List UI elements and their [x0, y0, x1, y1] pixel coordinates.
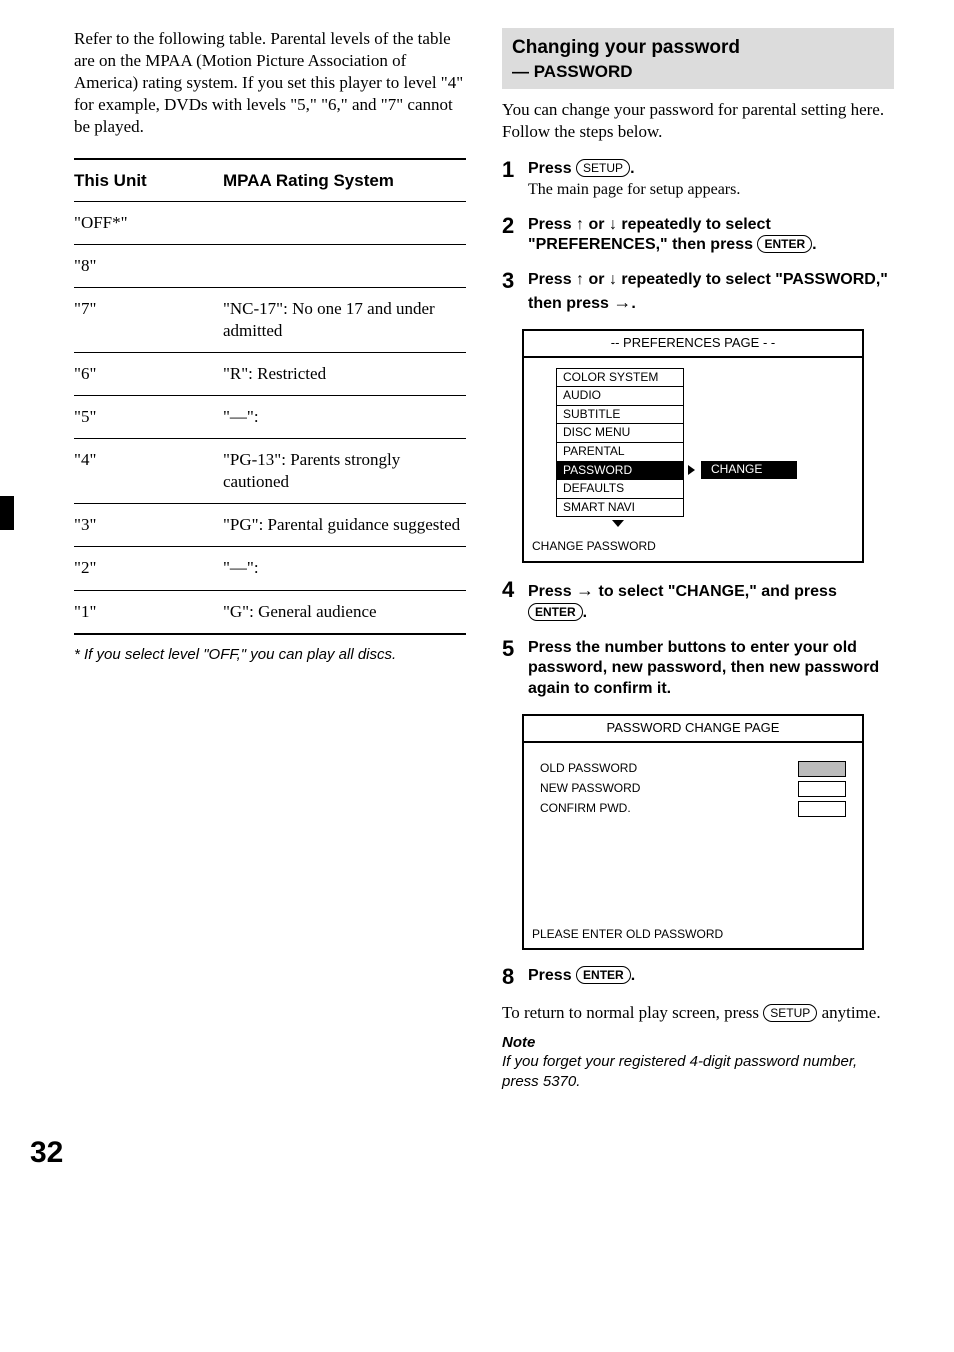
step-4: 4 Press to select "CHANGE," and press EN… — [502, 579, 894, 624]
enter-key-icon: ENTER — [576, 966, 631, 984]
table-row: "6""R": Restricted — [74, 352, 466, 395]
osd-title: PASSWORD CHANGE PAGE — [524, 716, 862, 743]
step-text: Press — [528, 967, 576, 984]
step-text: or — [584, 216, 609, 233]
osd-menu-item: SUBTITLE — [556, 405, 684, 425]
down-arrow-icon — [609, 216, 617, 233]
step-text: Press — [528, 160, 576, 177]
section-header: Changing your password — PASSWORD — [502, 28, 894, 89]
down-triangle-icon — [612, 520, 624, 527]
right-arrow-icon — [576, 583, 594, 600]
step-text: Press — [528, 271, 576, 288]
step-5: 5 Press the number buttons to enter your… — [502, 638, 894, 700]
steps-list-cont2: 8 Press ENTER. — [502, 966, 894, 988]
steps-list-cont: 4 Press to select "CHANGE," and press EN… — [502, 579, 894, 700]
step-1: 1 Press SETUP. The main page for setup a… — [502, 159, 894, 201]
down-arrow-icon — [609, 271, 617, 288]
step-text: Press — [528, 583, 576, 600]
osd-menu-item-selected: PASSWORD — [556, 461, 684, 481]
up-arrow-icon — [576, 271, 584, 288]
intro-paragraph: Refer to the following table. Parental l… — [74, 28, 466, 138]
step-text: Press the number buttons to enter your o… — [528, 638, 894, 700]
up-arrow-icon — [576, 216, 584, 233]
table-header-mpaa: MPAA Rating System — [223, 159, 466, 201]
step-text: . — [583, 604, 587, 621]
table-row: "3""PG": Parental guidance suggested — [74, 504, 466, 547]
step-number: 2 — [502, 215, 528, 257]
note-body: If you forget your registered 4-digit pa… — [502, 1052, 894, 1093]
password-row: OLD PASSWORD — [540, 761, 846, 777]
table-row: "4""PG-13": Parents strongly cautioned — [74, 439, 466, 504]
step-text: . — [630, 160, 634, 177]
password-row: NEW PASSWORD — [540, 781, 846, 797]
table-row: "8" — [74, 244, 466, 287]
old-password-label: OLD PASSWORD — [540, 761, 637, 777]
section-intro: You can change your password for parenta… — [502, 99, 894, 143]
setup-key-icon: SETUP — [763, 1004, 817, 1022]
step-number: 8 — [502, 966, 528, 988]
enter-key-icon: ENTER — [757, 235, 812, 253]
table-row: "7""NC-17": No one 17 and under admitted — [74, 287, 466, 352]
step-8: 8 Press ENTER. — [502, 966, 894, 988]
table-header-unit: This Unit — [74, 159, 223, 201]
step-number: 4 — [502, 579, 528, 624]
step-2: 2 Press or repeatedly to select "PREFERE… — [502, 215, 894, 257]
new-password-label: NEW PASSWORD — [540, 781, 640, 797]
osd-menu-item: COLOR SYSTEM — [556, 368, 684, 388]
step-text: . — [812, 236, 816, 253]
step-text: . — [631, 295, 635, 312]
page-columns: Refer to the following table. Parental l… — [74, 28, 894, 1093]
step-text: . — [631, 967, 635, 984]
right-triangle-icon — [688, 465, 695, 475]
step-number: 3 — [502, 270, 528, 315]
right-arrow-icon — [613, 295, 631, 312]
password-change-osd: PASSWORD CHANGE PAGE OLD PASSWORD NEW PA… — [522, 714, 864, 950]
confirm-password-field — [798, 801, 846, 817]
section-title-2: — PASSWORD — [512, 62, 633, 81]
section-title-1: Changing your password — [512, 36, 884, 61]
preferences-osd: -- PREFERENCES PAGE - - COLOR SYSTEM AUD… — [522, 329, 864, 563]
table-row: "1""G": General audience — [74, 590, 466, 634]
step-text: or — [584, 271, 609, 288]
osd-menu-item: SMART NAVI — [556, 498, 684, 518]
right-column: Changing your password — PASSWORD You ca… — [502, 28, 894, 1093]
old-password-field — [798, 761, 846, 777]
steps-list: 1 Press SETUP. The main page for setup a… — [502, 159, 894, 315]
osd-footer: CHANGE PASSWORD — [524, 535, 862, 561]
osd-title: -- PREFERENCES PAGE - - — [524, 331, 862, 358]
table-row: "5""—": — [74, 396, 466, 439]
step-subtext: The main page for setup appears. — [528, 180, 894, 201]
table-row: "OFF*" — [74, 201, 466, 244]
table-row: "2""—": — [74, 547, 466, 590]
enter-key-icon: ENTER — [528, 603, 583, 621]
table-footnote: * If you select level "OFF," you can pla… — [74, 645, 466, 665]
step-text: Press — [528, 216, 576, 233]
step-text: to select "CHANGE," and press — [594, 583, 837, 600]
step-number: 1 — [502, 159, 528, 201]
side-tab — [0, 496, 14, 530]
setup-key-icon: SETUP — [576, 159, 630, 177]
osd-menu-item: DEFAULTS — [556, 479, 684, 499]
osd-menu-item: DISC MENU — [556, 423, 684, 443]
new-password-field — [798, 781, 846, 797]
step-number: 5 — [502, 638, 528, 700]
osd-menu-item: AUDIO — [556, 386, 684, 406]
note-label: Note — [502, 1033, 894, 1053]
left-column: Refer to the following table. Parental l… — [74, 28, 466, 1093]
osd-change-option: CHANGE — [701, 461, 797, 479]
step-3: 3 Press or repeatedly to select "PASSWOR… — [502, 270, 894, 315]
password-row: CONFIRM PWD. — [540, 801, 846, 817]
rating-table: This Unit MPAA Rating System "OFF*" "8" … — [74, 158, 466, 634]
confirm-password-label: CONFIRM PWD. — [540, 801, 631, 817]
osd-footer: PLEASE ENTER OLD PASSWORD — [524, 923, 862, 949]
osd-menu-item: PARENTAL — [556, 442, 684, 462]
page-number: 32 — [30, 1133, 894, 1172]
return-text: To return to normal play screen, press S… — [502, 1002, 894, 1024]
